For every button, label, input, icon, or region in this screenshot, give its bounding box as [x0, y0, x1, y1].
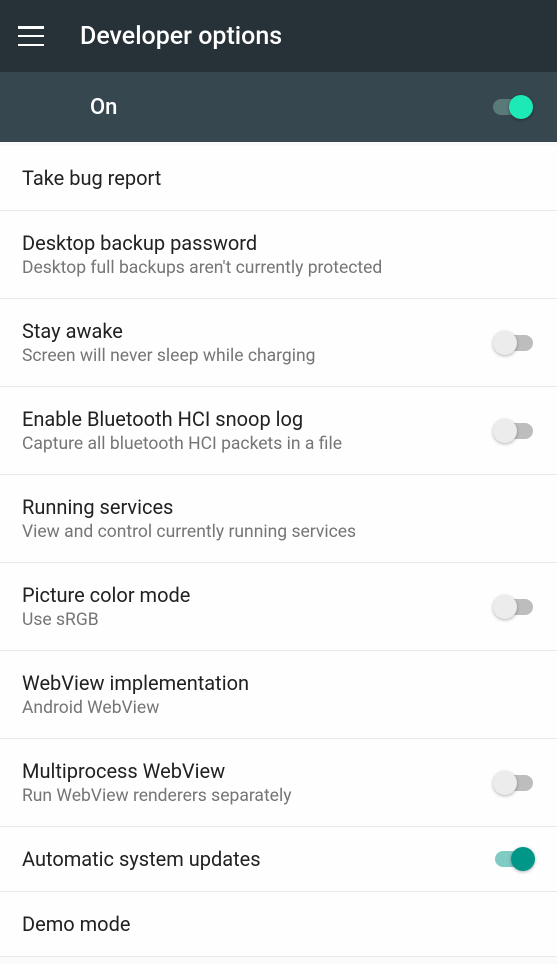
- item-take-bug-report[interactable]: Take bug report: [0, 146, 557, 211]
- item-automatic-system-updates[interactable]: Automatic system updates: [0, 827, 557, 892]
- item-title: Take bug report: [22, 166, 535, 190]
- page-title: Developer options: [80, 22, 282, 51]
- item-title: Desktop backup password: [22, 231, 535, 255]
- item-demo-mode[interactable]: Demo mode: [0, 892, 557, 957]
- item-title: Running services: [22, 495, 535, 519]
- item-title: Automatic system updates: [22, 847, 473, 871]
- item-title: WebView implementation: [22, 671, 535, 695]
- item-picture-color-mode[interactable]: Picture color mode Use sRGB: [0, 563, 557, 651]
- item-title: Stay awake: [22, 319, 473, 343]
- item-subtitle: Android WebView: [22, 698, 535, 718]
- app-bar: Developer options: [0, 0, 557, 72]
- item-desktop-backup-password[interactable]: Desktop backup password Desktop full bac…: [0, 211, 557, 299]
- item-subtitle: Screen will never sleep while charging: [22, 346, 473, 366]
- item-subtitle: Use sRGB: [22, 610, 473, 630]
- stay-awake-switch[interactable]: [493, 335, 535, 351]
- hamburger-menu-icon[interactable]: [18, 26, 44, 46]
- item-subtitle: Run WebView renderers separately: [22, 786, 473, 806]
- item-bluetooth-hci-snoop[interactable]: Enable Bluetooth HCI snoop log Capture a…: [0, 387, 557, 475]
- item-stay-awake[interactable]: Stay awake Screen will never sleep while…: [0, 299, 557, 387]
- item-title: Multiprocess WebView: [22, 759, 473, 783]
- item-subtitle: Capture all bluetooth HCI packets in a f…: [22, 434, 473, 454]
- item-webview-implementation[interactable]: WebView implementation Android WebView: [0, 651, 557, 739]
- master-toggle-label: On: [90, 95, 117, 120]
- item-title: Picture color mode: [22, 583, 473, 607]
- bluetooth-hci-switch[interactable]: [493, 423, 535, 439]
- picture-color-switch[interactable]: [493, 599, 535, 615]
- item-subtitle: View and control currently running servi…: [22, 522, 535, 542]
- multiprocess-webview-switch[interactable]: [493, 775, 535, 791]
- settings-list: Take bug report Desktop backup password …: [0, 146, 557, 957]
- item-title: Enable Bluetooth HCI snoop log: [22, 407, 473, 431]
- item-title: Demo mode: [22, 912, 535, 936]
- item-running-services[interactable]: Running services View and control curren…: [0, 475, 557, 563]
- item-subtitle: Desktop full backups aren't currently pr…: [22, 258, 535, 278]
- master-toggle-row[interactable]: On: [0, 72, 557, 142]
- item-multiprocess-webview[interactable]: Multiprocess WebView Run WebView rendere…: [0, 739, 557, 827]
- master-toggle-switch[interactable]: [491, 99, 533, 115]
- auto-updates-switch[interactable]: [493, 851, 535, 867]
